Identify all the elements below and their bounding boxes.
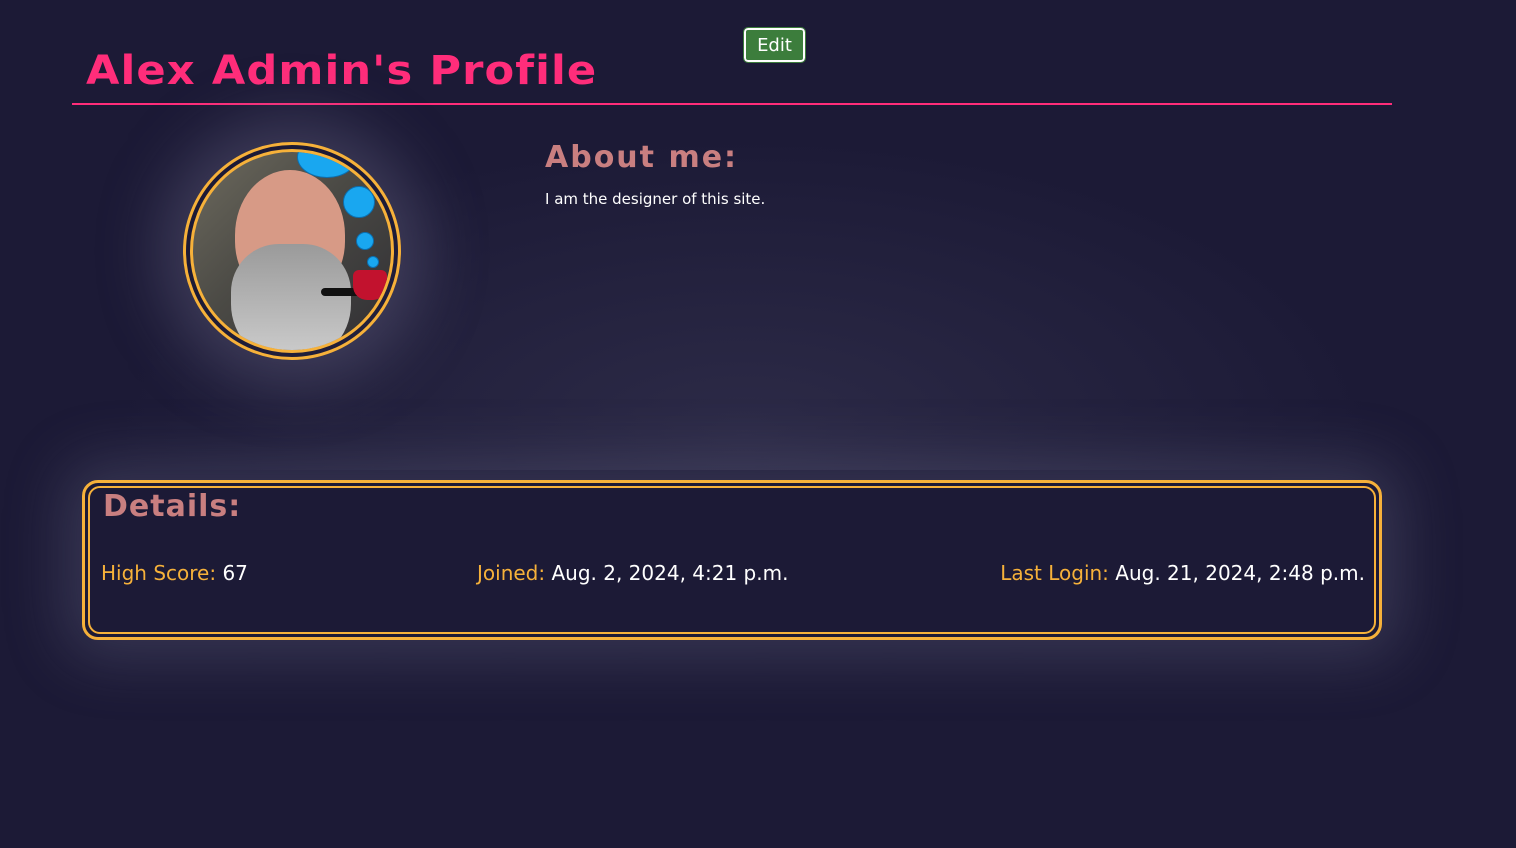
bubble-icon <box>367 256 379 268</box>
stat-last-login: Last Login: Aug. 21, 2024, 2:48 p.m. <box>1000 561 1365 585</box>
stat-label: High Score: <box>101 561 217 585</box>
stat-label: Last Login: <box>1000 561 1109 585</box>
stat-value: Aug. 21, 2024, 2:48 p.m. <box>1115 561 1365 585</box>
details-heading: Details: <box>103 489 242 524</box>
stat-joined: Joined: Aug. 2, 2024, 4:21 p.m. <box>477 561 788 585</box>
details-card-inner-border <box>88 486 1376 634</box>
page-title: Alex Admin's Profile <box>86 48 598 94</box>
stat-value: 67 <box>222 561 248 585</box>
stat-value: Aug. 2, 2024, 4:21 p.m. <box>551 561 789 585</box>
bubble-icon <box>356 232 374 250</box>
profile-page: Edit Alex Admin's Profile About me: I am… <box>0 0 1516 848</box>
details-card: Details: High Score: 67 Joined: Aug. 2, … <box>82 480 1382 640</box>
stat-high-score: High Score: 67 <box>101 561 248 585</box>
bubble-icon <box>343 186 375 218</box>
edit-button[interactable]: Edit <box>743 27 806 63</box>
title-divider <box>72 103 1392 105</box>
avatar <box>183 142 401 360</box>
about-text: I am the designer of this site. <box>545 190 766 208</box>
avatar-beard <box>231 244 351 350</box>
avatar-photo <box>190 149 394 353</box>
avatar-pipe-icon <box>353 270 387 300</box>
about-heading: About me: <box>545 140 739 175</box>
stat-label: Joined: <box>477 561 546 585</box>
